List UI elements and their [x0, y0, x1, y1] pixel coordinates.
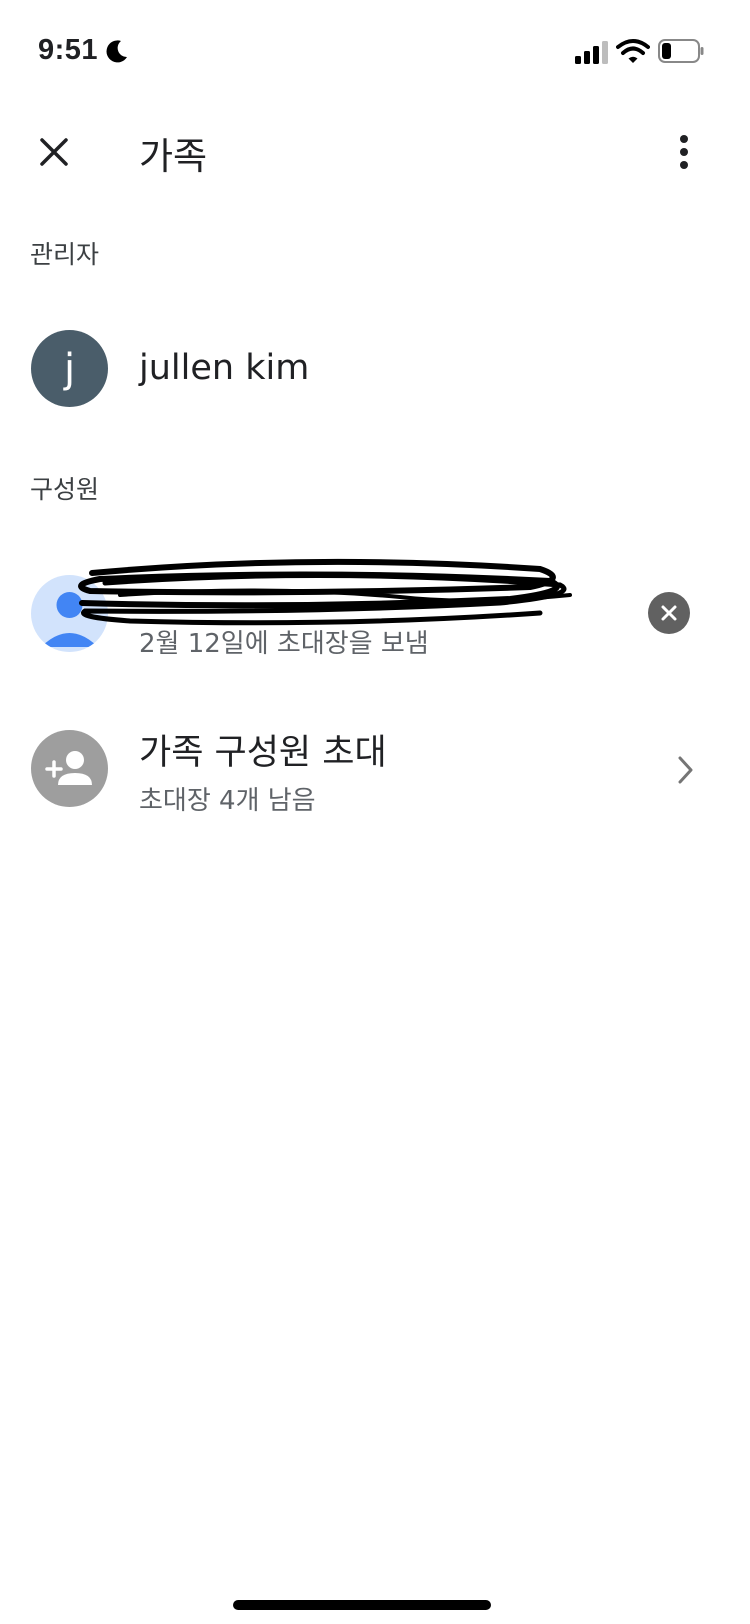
- close-button[interactable]: [26, 124, 82, 180]
- person-add-icon: [45, 751, 92, 785]
- avatar-letter: j: [63, 345, 76, 392]
- signal-icon: [575, 41, 608, 64]
- remove-member-button[interactable]: [648, 592, 690, 634]
- pending-member-subtitle: 2월 12일에 초대장을 보냄: [139, 629, 429, 659]
- cancel-icon: [661, 605, 677, 621]
- members-section-label: 구성원: [30, 475, 100, 504]
- invite-subtitle: 초대장 4개 남음: [139, 786, 316, 816]
- page-title: 가족: [139, 135, 208, 178]
- app-bar: 가족: [0, 100, 750, 200]
- avatar: [31, 730, 108, 807]
- status-time: 9:51: [38, 34, 99, 66]
- admin-member-row[interactable]: j jullen kim: [0, 330, 750, 410]
- wifi-icon: [616, 39, 650, 63]
- battery-icon: [658, 39, 704, 63]
- more-options-button[interactable]: [658, 124, 710, 180]
- avatar: j: [31, 330, 108, 407]
- status-bar: 9:51: [0, 0, 750, 100]
- close-icon: [40, 138, 68, 166]
- moon-icon: [106, 40, 127, 63]
- invite-member-row[interactable]: 가족 구성원 초대 초대장 4개 남음: [0, 720, 750, 820]
- chevron-right-icon: [678, 756, 693, 784]
- home-indicator[interactable]: [233, 1600, 491, 1610]
- admin-name: jullen kim: [139, 348, 310, 388]
- pending-member-row[interactable]: 2월 12일에 초대장을 보냄: [0, 555, 750, 665]
- admin-section-label: 관리자: [30, 240, 100, 269]
- more-vert-icon: [680, 135, 688, 169]
- invite-title: 가족 구성원 초대: [139, 733, 387, 773]
